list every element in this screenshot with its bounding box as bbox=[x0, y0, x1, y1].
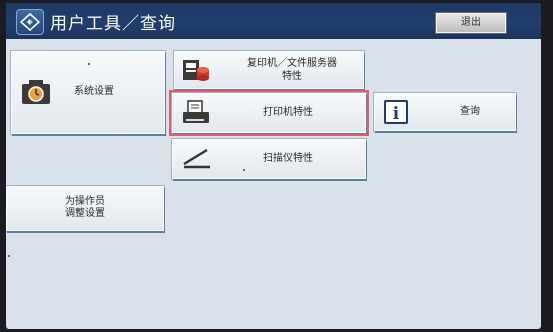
info-icon: i bbox=[383, 99, 409, 128]
scanner-icon bbox=[181, 146, 213, 175]
page-title: 用户工具／查询 bbox=[50, 14, 176, 34]
svg-text:i: i bbox=[393, 104, 400, 124]
query-button[interactable]: i 查询 bbox=[374, 93, 516, 131]
printer-label: 打印机特性 bbox=[263, 107, 313, 118]
operator-label-line2: 调整设置 bbox=[65, 208, 105, 219]
home-icon[interactable] bbox=[16, 9, 44, 35]
printer-features-button[interactable]: 打印机特性 bbox=[169, 90, 369, 136]
copier-label-line1: 复印机／文件服务器 bbox=[247, 58, 337, 69]
screen-speck bbox=[88, 63, 90, 65]
printer-icon bbox=[181, 99, 211, 130]
touch-panel-screen: 用户工具／查询 退出 系统设置 复印机／文件服务器 特性 打印机特性 i 查询 … bbox=[6, 3, 541, 329]
query-label: 查询 bbox=[460, 106, 480, 117]
system-settings-icon bbox=[20, 78, 52, 109]
scanner-label: 扫描仪特性 bbox=[263, 153, 313, 164]
screen-speck bbox=[8, 255, 10, 257]
scanner-features-button[interactable]: 扫描仪特性 bbox=[172, 139, 366, 179]
copier-fileserver-icon bbox=[181, 56, 211, 87]
screen-speck bbox=[243, 169, 245, 171]
title-bar: 用户工具／查询 退出 bbox=[6, 3, 541, 39]
operator-adjust-settings-button[interactable]: 为操作员 调整设置 bbox=[6, 186, 164, 231]
system-settings-label: 系统设置 bbox=[74, 86, 114, 97]
operator-label-line1: 为操作员 bbox=[65, 196, 105, 207]
logout-button[interactable]: 退出 bbox=[436, 13, 506, 33]
copier-label-line2: 特性 bbox=[282, 71, 302, 82]
copier-fileserver-features-button[interactable]: 复印机／文件服务器 特性 bbox=[174, 51, 364, 89]
